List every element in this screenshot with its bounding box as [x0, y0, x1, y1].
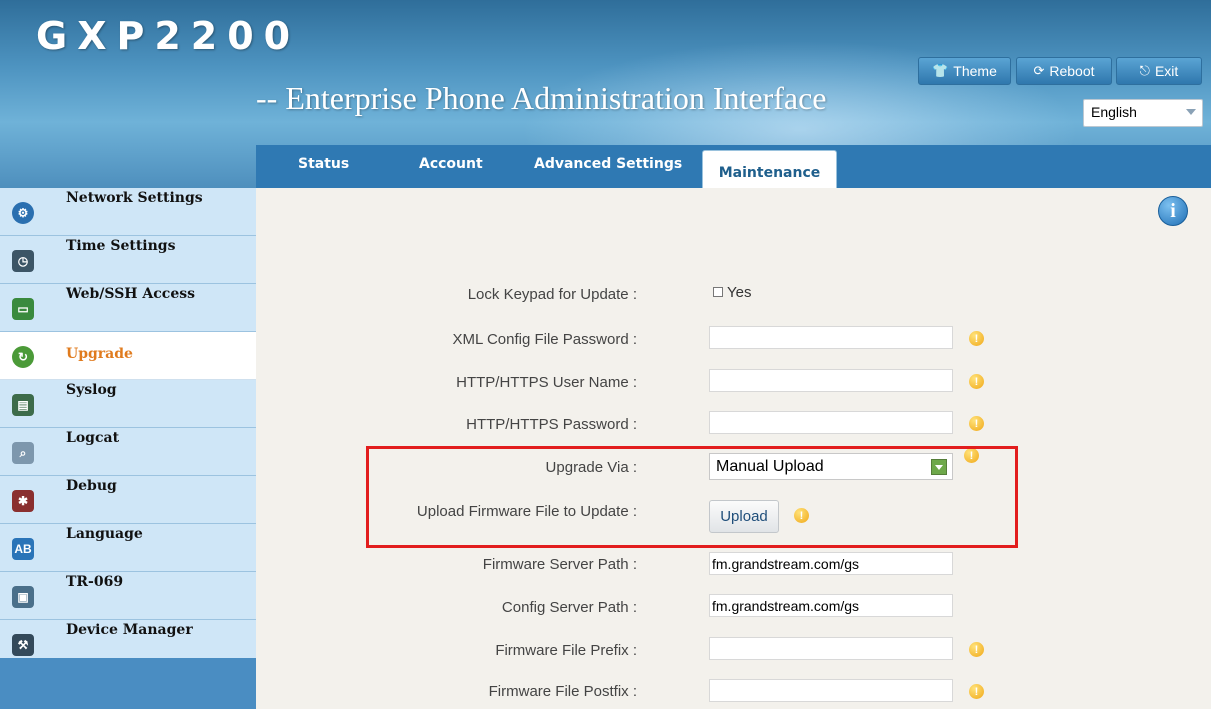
reboot-button[interactable]: ⟳ Reboot	[1016, 57, 1112, 85]
sidebar-item-network-settings[interactable]: ⚙ Network Settings	[0, 188, 256, 236]
monitor-icon: ▭	[12, 298, 34, 320]
lock-keypad-label: Lock Keypad for Update :	[467, 286, 637, 303]
sidebar-item-device-manager[interactable]: ⚒ Device Manager	[0, 620, 256, 668]
sidebar-item-web-ssh-access[interactable]: ▭ Web/SSH Access	[0, 284, 256, 332]
reboot-label: Reboot	[1049, 63, 1095, 79]
http-password-field[interactable]	[709, 411, 953, 434]
warning-icon[interactable]: !	[969, 684, 984, 699]
device-manager-icon: ⚒	[12, 634, 34, 656]
syslog-icon: ▤	[12, 394, 34, 416]
highlight-box	[366, 446, 1018, 548]
sidebar-item-label: Language	[66, 526, 143, 542]
warning-icon[interactable]: !	[969, 642, 984, 657]
tab-advanced-settings[interactable]: Advanced Settings	[534, 156, 682, 172]
tab-status[interactable]: Status	[298, 156, 349, 172]
warning-icon[interactable]: !	[969, 374, 984, 389]
sidebar-item-label: TR-069	[66, 574, 124, 590]
theme-label: Theme	[953, 63, 997, 79]
sidebar-item-debug[interactable]: ✱ Debug	[0, 476, 256, 524]
firmware-server-path-field[interactable]: fm.grandstream.com/gs	[709, 552, 953, 575]
http-username-field[interactable]	[709, 369, 953, 392]
lock-keypad-checkbox[interactable]	[713, 287, 723, 297]
config-server-path-field[interactable]: fm.grandstream.com/gs	[709, 594, 953, 617]
sidebar-item-label: Logcat	[66, 430, 120, 446]
network-icon: ⚙	[12, 202, 34, 224]
http-password-label: HTTP/HTTPS Password :	[466, 416, 637, 433]
language-value: English	[1091, 104, 1137, 120]
lock-keypad-option: Yes	[727, 284, 752, 301]
sidebar-item-label: Upgrade	[66, 346, 133, 362]
clock-icon: ◷	[12, 250, 34, 272]
sidebar-item-tr-069[interactable]: ▣ TR-069	[0, 572, 256, 620]
magnifier-icon: ⌕	[12, 442, 34, 464]
sidebar-item-label: Device Manager	[66, 622, 193, 638]
sidebar-item-language[interactable]: AB Language	[0, 524, 256, 572]
upgrade-icon: ↻	[12, 346, 34, 368]
exit-button[interactable]: ⎋ Exit	[1116, 57, 1202, 85]
sidebar-item-label: Web/SSH Access	[66, 286, 195, 302]
bug-icon: ✱	[12, 490, 34, 512]
sidebar-item-time-settings[interactable]: ◷ Time Settings	[0, 236, 256, 284]
header-banner: GXP2200 -- Enterprise Phone Administrati…	[0, 0, 1211, 188]
exit-label: Exit	[1154, 63, 1179, 79]
firmware-prefix-label: Firmware File Prefix :	[495, 642, 637, 659]
server-icon: ▣	[12, 586, 34, 608]
sidebar-item-label: Debug	[66, 478, 117, 494]
shirt-icon: 👕	[932, 63, 949, 78]
sidebar-item-label: Network Settings	[66, 190, 203, 206]
refresh-icon: ⟳	[1033, 63, 1045, 78]
sidebar-item-logcat[interactable]: ⌕ Logcat	[0, 428, 256, 476]
tab-account[interactable]: Account	[419, 156, 483, 172]
sidebar-item-syslog[interactable]: ▤ Syslog	[0, 380, 256, 428]
sidebar: ⚙ Network Settings ◷ Time Settings ▭ Web…	[0, 188, 256, 709]
sidebar-menu: ⚙ Network Settings ◷ Time Settings ▭ Web…	[0, 188, 256, 658]
sidebar-item-label: Syslog	[66, 382, 117, 398]
http-username-label: HTTP/HTTPS User Name :	[456, 374, 637, 391]
theme-button[interactable]: 👕 Theme	[918, 57, 1011, 85]
firmware-postfix-field[interactable]	[709, 679, 953, 702]
language-select[interactable]: English	[1083, 99, 1203, 127]
xml-password-field[interactable]	[709, 326, 953, 349]
firmware-postfix-label: Firmware File Postfix :	[488, 683, 637, 700]
firmware-server-path-label: Firmware Server Path :	[482, 556, 637, 573]
tab-maintenance[interactable]: Maintenance	[702, 150, 837, 188]
exit-icon: ⎋	[1139, 63, 1150, 78]
sidebar-item-label: Time Settings	[66, 238, 176, 254]
info-icon[interactable]: i	[1158, 196, 1188, 226]
warning-icon[interactable]: !	[969, 331, 984, 346]
sidebar-item-upgrade[interactable]: ↻ Upgrade	[0, 332, 256, 380]
warning-icon[interactable]: !	[969, 416, 984, 431]
page-subtitle: -- Enterprise Phone Administration Inter…	[256, 80, 827, 116]
chevron-down-icon	[1186, 109, 1196, 115]
xml-password-label: XML Config File Password :	[452, 331, 637, 348]
firmware-prefix-field[interactable]	[709, 637, 953, 660]
product-name: GXP2200	[36, 14, 301, 58]
config-server-path-label: Config Server Path :	[501, 599, 637, 616]
language-icon: AB	[12, 538, 34, 560]
